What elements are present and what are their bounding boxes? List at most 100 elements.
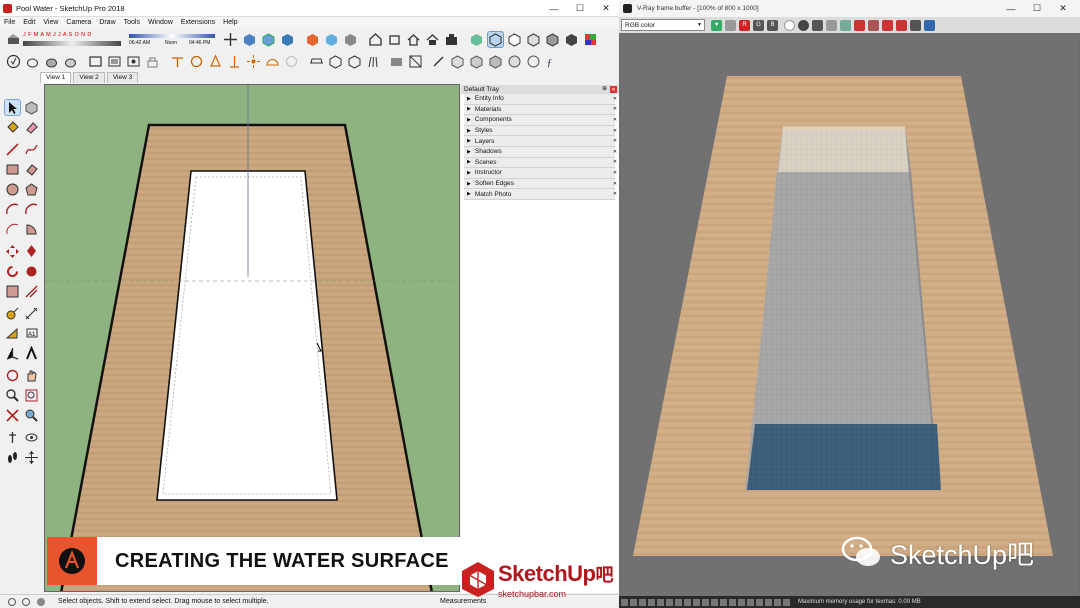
arc-tool-icon[interactable] [5,202,20,217]
polygon-tool-icon[interactable] [24,182,39,197]
menu-file[interactable]: File [4,19,15,26]
menu-tools[interactable]: Tools [124,19,140,26]
three-point-arc-icon[interactable] [5,222,20,237]
offset-tool-icon[interactable] [24,284,39,299]
look-around-icon[interactable] [24,430,39,445]
tray-panel-shadows[interactable]: ▶ Shadows ✕ [464,146,617,158]
menu-draw[interactable]: Draw [99,19,115,26]
position-camera-icon[interactable] [5,430,20,445]
move-tool-icon[interactable] [5,244,20,259]
solid-trim-icon[interactable] [507,54,522,69]
save-image-icon[interactable]: ♥ [711,19,722,31]
panel-close-icon[interactable]: ✕ [612,128,618,134]
warehouse-icon[interactable] [368,32,383,47]
lock-icon[interactable] [145,54,160,69]
zoom-window-icon[interactable] [24,388,39,403]
panel-close-icon[interactable]: ✕ [612,117,618,123]
move-arrows-icon[interactable] [223,32,238,47]
batch-render-icon[interactable] [107,54,122,69]
close-button[interactable]: ✕ [593,0,619,17]
axes-tool-icon[interactable] [5,346,20,361]
share-model-icon[interactable] [444,32,459,47]
tape-measure-icon[interactable] [5,306,20,321]
render-view[interactable] [621,34,1078,596]
credits-icon[interactable] [22,598,30,606]
vray-minimize-button[interactable]: — [998,0,1024,17]
geo-location-icon[interactable] [8,598,16,606]
rect-light-icon[interactable] [170,54,185,69]
maximize-button[interactable]: ☐ [567,0,593,17]
walk-tool-icon[interactable] [5,450,20,465]
rectangle-tool-icon[interactable] [5,162,20,177]
sphere-light-icon[interactable] [189,54,204,69]
scene-tab-view-3[interactable]: View 3 [106,72,139,83]
channel-select[interactable]: RGB color ▼ [621,19,705,31]
section-plane-icon[interactable] [408,54,423,69]
instructor-toggle-icon[interactable] [37,598,45,606]
teapot-icon[interactable] [25,54,40,69]
interactive-render-icon[interactable] [63,54,78,69]
home-icon[interactable] [406,32,421,47]
hidden-line-style-icon[interactable] [507,32,522,47]
monochrome-style-icon[interactable] [564,32,579,47]
color-correction-icon[interactable] [910,19,921,31]
solid-intersect-icon[interactable] [488,54,503,69]
top-view-icon[interactable] [261,32,276,47]
proxy-import-icon[interactable] [347,54,362,69]
menu-camera[interactable]: Camera [66,19,91,26]
solid-shell-icon[interactable]: ƒ [545,54,560,69]
tray-panel-entity-info[interactable]: ▶ Entity Info ✕ [464,94,617,105]
clear-image-icon[interactable] [826,19,837,31]
rotated-rect-icon[interactable] [24,162,39,177]
textured-style-icon[interactable] [545,32,560,47]
tray-close-icon[interactable]: ✕ [610,86,617,93]
proxy-export-icon[interactable] [328,54,343,69]
select-tool-icon[interactable] [4,99,21,116]
section-tool-icon[interactable] [24,450,39,465]
omni-light-icon[interactable] [246,54,261,69]
back-view-icon[interactable] [324,32,339,47]
edit-icon[interactable] [431,54,446,69]
alpha-channel-icon[interactable] [784,19,795,31]
panel-close-icon[interactable]: ✕ [612,170,618,176]
line-tool-icon[interactable] [5,142,20,157]
spot-light-icon[interactable] [208,54,223,69]
pan-tool-icon[interactable] [24,368,39,383]
tray-panel-layers[interactable]: ▶ Layers ✕ [464,136,617,147]
modeling-viewport[interactable] [44,84,460,592]
right-view-icon[interactable] [305,32,320,47]
mesh-clipper-icon[interactable] [389,54,404,69]
tray-panel-components[interactable]: ▶ Components ✕ [464,115,618,126]
panel-close-icon[interactable]: ✕ [612,106,618,112]
text-tool-icon[interactable]: A1 [24,326,39,341]
select-circle-icon[interactable] [6,54,21,69]
zoom-extents-icon[interactable] [5,408,20,423]
tray-panel-styles[interactable]: ▶ Styles ✕ [464,125,618,137]
save-all-icon[interactable] [812,19,823,31]
menu-extensions[interactable]: Extensions [181,19,215,26]
track-mouse-icon[interactable] [868,19,879,31]
solid-union-icon[interactable] [450,54,465,69]
style-palette-icon[interactable] [583,32,598,47]
3d-text-icon[interactable] [24,345,39,361]
orbit-tool-icon[interactable] [5,368,20,383]
menu-edit[interactable]: Edit [23,19,35,26]
rotate-tool-icon[interactable] [5,264,20,279]
menu-help[interactable]: Help [223,19,237,26]
iso-view-icon[interactable] [242,32,257,47]
cloud-render-icon[interactable] [126,54,141,69]
mesh-light-icon[interactable] [284,54,299,69]
render-last-icon[interactable] [882,19,893,31]
xray-style-icon[interactable] [469,32,484,47]
menu-view[interactable]: View [43,19,58,26]
dome-light-icon[interactable] [265,54,280,69]
red-channel-button[interactable]: R [739,19,750,31]
paint-bucket-icon[interactable] [5,120,20,135]
teapot-render-icon[interactable] [44,54,59,69]
circle-tool-icon[interactable] [5,182,20,197]
previous-view-icon[interactable] [24,408,39,423]
scene-tab-view-1[interactable]: View 1 [40,72,72,83]
follow-me-icon[interactable] [24,264,39,279]
region-render-icon[interactable] [854,19,865,31]
dimension-tool-icon[interactable] [24,306,39,321]
